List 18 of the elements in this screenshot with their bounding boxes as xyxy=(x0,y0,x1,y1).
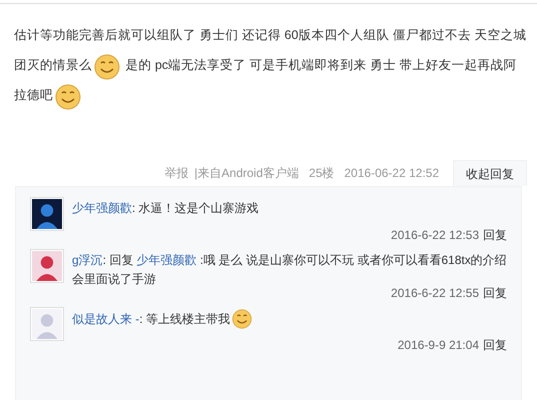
avatar-icon[interactable] xyxy=(30,197,64,231)
reply-time: 2016-6-22 12:53 xyxy=(390,227,479,244)
user-link[interactable]: 似是故人来 ‑ xyxy=(72,312,140,326)
smiley-icon xyxy=(55,84,81,110)
source-text: |来自Android客户端 xyxy=(194,165,299,182)
user-link[interactable]: g浮沉 xyxy=(72,253,103,267)
reply-time: 2016-6-22 12:55 xyxy=(390,285,479,302)
collapse-replies-tab[interactable]: 收起回复 xyxy=(453,160,527,186)
reply-link[interactable]: 回复 xyxy=(483,225,507,245)
post-time: 2016-06-22 12:52 xyxy=(344,165,439,182)
floor-number: 25楼 xyxy=(308,165,334,182)
user-link[interactable]: 少年强颜歡 xyxy=(136,253,197,267)
reply-text: 少年强颜歡: 水逼！这是个山寨游戏 xyxy=(72,200,260,217)
smiley-icon xyxy=(94,54,120,80)
user-link[interactable]: 少年强颜歡 xyxy=(72,201,132,215)
post-text: 估计等功能完善后就可以组队了 勇士们 还记得 60版本四个人组队 僵尸都过不去 天空之城团灭的情景么 是的 pc端无法享受了 可是手机端即将到来 勇士 带上好友一起再战阿拉德吧 xyxy=(14,20,529,110)
report-link[interactable]: 举报 xyxy=(164,164,188,182)
smiley-icon xyxy=(232,309,252,329)
